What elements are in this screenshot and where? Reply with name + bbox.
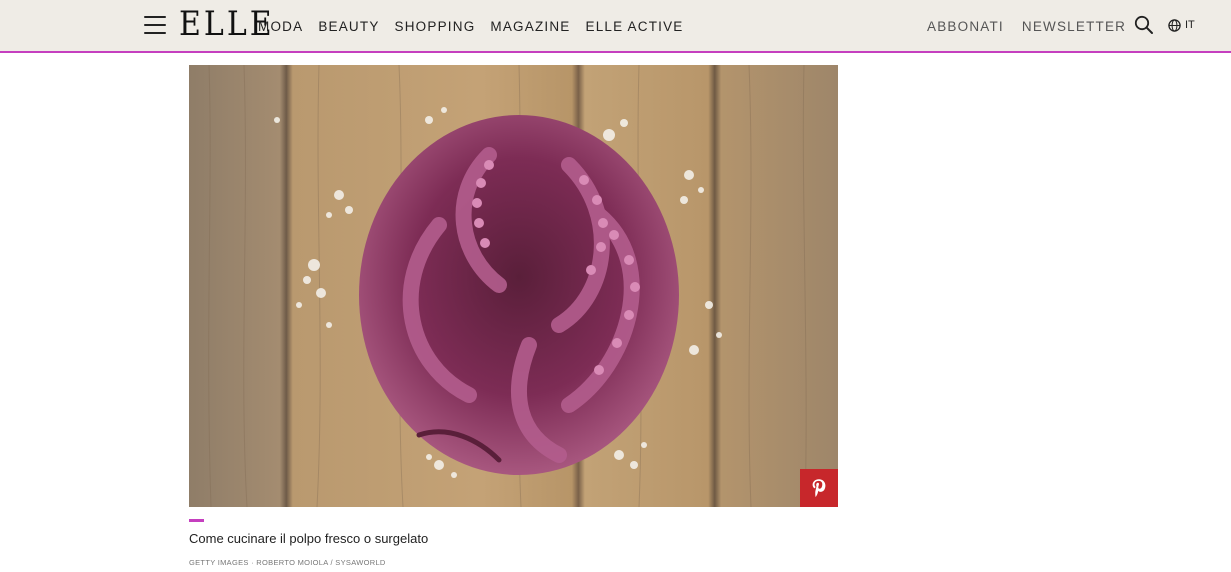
newsletter-link[interactable]: NEWSLETTER [1022, 19, 1126, 34]
secondary-nav: ABBONATI NEWSLETTER [927, 0, 1144, 53]
article-hero-image [189, 65, 838, 507]
language-code: IT [1185, 19, 1195, 31]
language-selector[interactable]: IT [1168, 17, 1195, 33]
nav-item-magazine[interactable]: MAGAZINE [490, 19, 570, 34]
subscribe-link[interactable]: ABBONATI [927, 19, 1004, 34]
pinterest-save-button[interactable] [800, 469, 838, 507]
pinterest-icon [812, 479, 826, 497]
globe-icon [1168, 18, 1181, 32]
image-caption: Come cucinare il polpo fresco o surgelat… [189, 531, 429, 546]
top-navigation-bar: ELLE MODA BEAUTY SHOPPING MAGAZINE ELLE … [0, 0, 1231, 53]
caption-accent-bar [189, 519, 204, 522]
octopus-photo [189, 65, 838, 507]
nav-item-moda[interactable]: MODA [258, 19, 303, 34]
nav-item-elle-active[interactable]: ELLE ACTIVE [586, 19, 684, 34]
nav-item-beauty[interactable]: BEAUTY [318, 19, 379, 34]
search-icon[interactable] [1134, 15, 1154, 35]
image-credit: GETTY IMAGES · ROBERTO MOIOLA / SYSAWORL… [189, 558, 386, 567]
hamburger-menu-icon[interactable] [144, 15, 166, 35]
nav-item-shopping[interactable]: SHOPPING [395, 19, 476, 34]
main-nav: MODA BEAUTY SHOPPING MAGAZINE ELLE ACTIV… [258, 0, 699, 53]
